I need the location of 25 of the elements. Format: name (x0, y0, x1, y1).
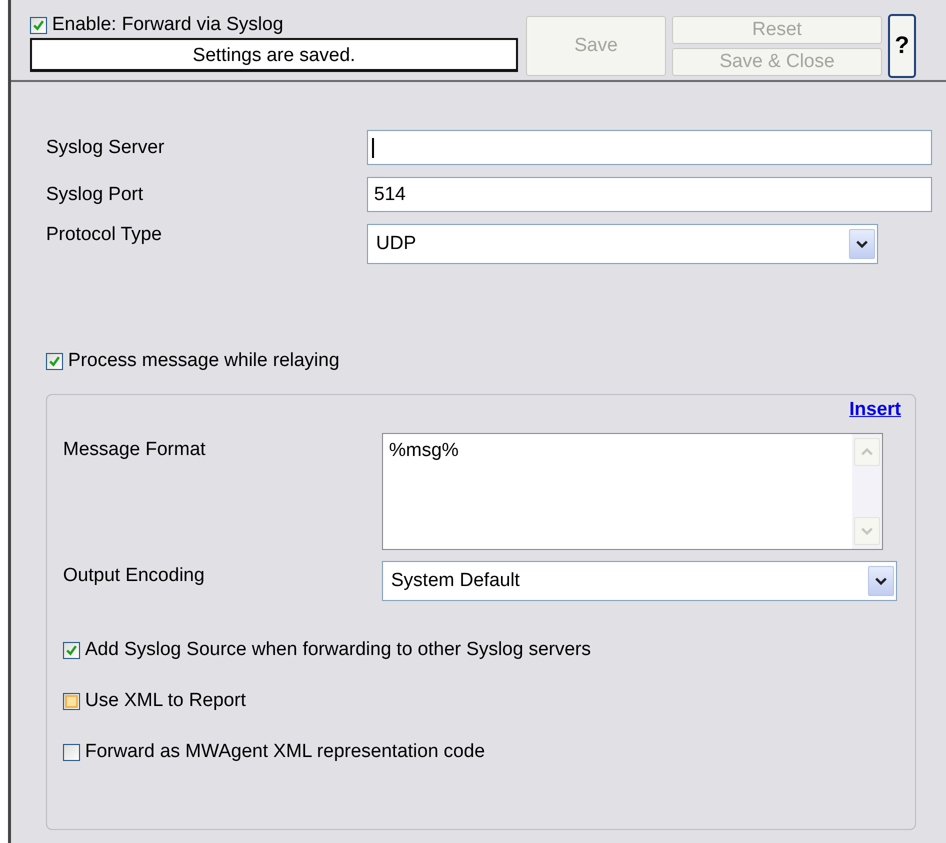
input-field[interactable] (367, 130, 932, 165)
dropdown[interactable]: UDP (367, 224, 878, 264)
field-label: Protocol Type (46, 224, 163, 246)
check-icon (32, 18, 45, 32)
check-icon (48, 354, 61, 368)
insert-link[interactable]: Insert (849, 399, 901, 427)
checkbox-label: Add Syslog Source when forwarding to other Syslog servers (85, 639, 591, 661)
checkbox[interactable] (63, 744, 80, 760)
checkbox[interactable] (46, 352, 63, 370)
checkbox-label: Forward as MWAgent XML representation code (85, 741, 485, 763)
field-label: Output Encoding (63, 564, 206, 587)
checkbox-label: Use XML to Report (85, 690, 246, 712)
message-format-field[interactable]: %msg% (382, 433, 883, 550)
checkbox-label: Process message while relaying (68, 350, 340, 372)
field-label: Syslog Server (46, 136, 166, 158)
checkbox-label: Enable: Forward via Syslog (52, 14, 284, 36)
checkbox[interactable] (30, 16, 47, 34)
field-label: Syslog Port (46, 184, 144, 206)
input-field[interactable]: 514 (367, 177, 932, 212)
field-label: Message Format (63, 438, 207, 461)
status-message: Settings are saved. (30, 38, 518, 72)
checkbox[interactable] (63, 642, 80, 658)
dropdown[interactable]: System Default (382, 561, 897, 601)
check-icon (65, 644, 78, 656)
help-button[interactable]: ? (888, 14, 916, 78)
